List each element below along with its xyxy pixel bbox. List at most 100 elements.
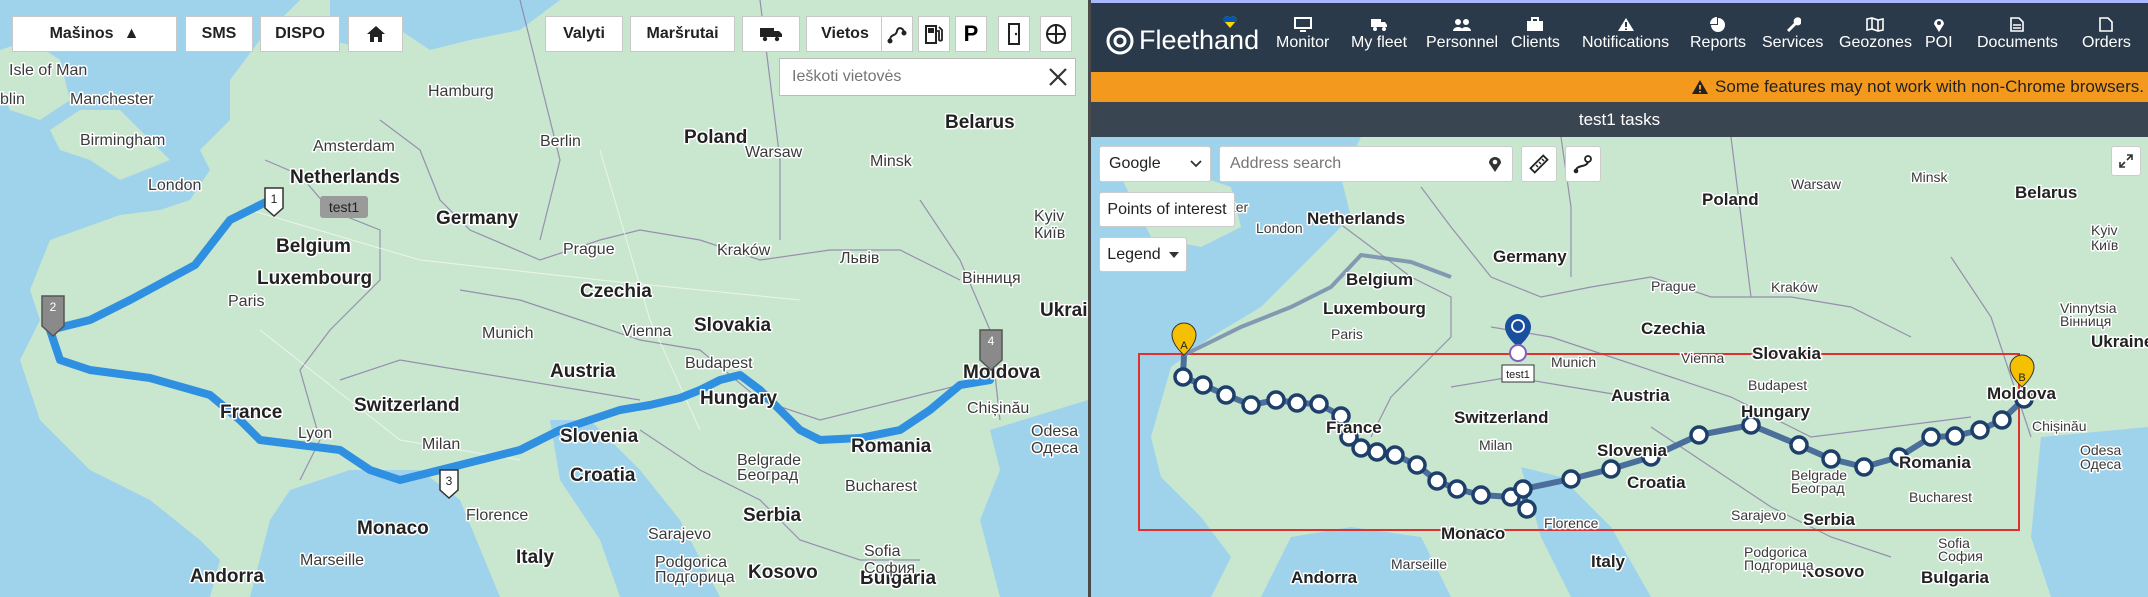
nav-services[interactable]: Services [1762, 17, 1823, 52]
route-waypoint[interactable] [1945, 426, 1965, 446]
svg-text:Austria: Austria [1611, 386, 1670, 405]
route-waypoint[interactable] [1471, 485, 1491, 505]
door-button[interactable] [998, 16, 1030, 52]
route-waypoint[interactable] [1789, 435, 1809, 455]
svg-text:Budapest: Budapest [685, 355, 753, 372]
ruler-icon [1529, 154, 1549, 174]
nav-poi[interactable]: POI [1925, 17, 1953, 52]
route-waypoint[interactable] [1241, 395, 1261, 415]
route-waypoint[interactable] [1447, 479, 1467, 499]
svg-text:Netherlands: Netherlands [1307, 209, 1405, 228]
truck-button[interactable] [742, 16, 800, 52]
route-waypoint[interactable] [1367, 442, 1387, 462]
svg-text:London: London [148, 177, 201, 194]
route-waypoint[interactable] [1173, 367, 1193, 387]
route-waypoint[interactable] [1517, 499, 1537, 519]
route-waypoint[interactable] [1385, 445, 1405, 465]
fullscreen-button[interactable] [2111, 146, 2141, 176]
valyti-button[interactable]: Valyti [545, 16, 623, 52]
nav-geozones[interactable]: Geozones [1839, 17, 1912, 52]
svg-text:3: 3 [446, 474, 453, 488]
file-icon [2099, 17, 2114, 32]
document-icon [2010, 17, 2025, 32]
marsrutai-button[interactable]: Maršrutai [630, 16, 735, 52]
fleethand-logo[interactable]: Fleethand [1105, 16, 1259, 56]
nav-monitor[interactable]: Monitor [1276, 17, 1329, 52]
parking-button[interactable]: P [955, 16, 987, 52]
nav-clients[interactable]: Clients [1511, 17, 1560, 52]
dispo-button[interactable]: DISPO [260, 16, 340, 52]
points-of-interest-button[interactable]: Points of interest [1099, 192, 1235, 227]
svg-text:Andorra: Andorra [1291, 568, 1358, 587]
nav-personnel[interactable]: Personnel [1426, 17, 1498, 52]
route-button[interactable] [1565, 146, 1601, 182]
route-waypoint[interactable] [1513, 479, 1533, 499]
svg-text:Belgium: Belgium [1346, 270, 1413, 289]
route-waypoint[interactable] [1287, 393, 1307, 413]
svg-text:Florence: Florence [1544, 515, 1599, 531]
route-icon [887, 27, 907, 44]
route-waypoint[interactable] [1266, 390, 1286, 410]
crosshair-button[interactable] [1040, 16, 1072, 52]
home-button[interactable] [348, 16, 403, 52]
route-waypoint[interactable] [1970, 420, 1990, 440]
clear-search-button[interactable] [1041, 60, 1075, 94]
address-search-box[interactable] [1219, 146, 1513, 182]
svg-text:Croatia: Croatia [570, 465, 636, 486]
svg-text:Ukraine: Ukraine [2091, 332, 2148, 351]
svg-text:Luxembourg: Luxembourg [257, 268, 372, 289]
route-waypoint[interactable] [1854, 457, 1874, 477]
sms-button[interactable]: SMS [185, 16, 253, 52]
home-icon [366, 26, 385, 42]
svg-text:Kyiv: Kyiv [2091, 222, 2117, 238]
svg-text:Вінниця: Вінниця [962, 270, 1021, 287]
fuel-button[interactable] [918, 16, 950, 52]
nav-clients-label: Clients [1511, 34, 1560, 51]
address-search-input[interactable] [1228, 154, 1488, 174]
route-waypoint[interactable] [1921, 427, 1941, 447]
right-map-canvas[interactable]: Netherlands Germany Poland Belarus Belgi… [1091, 137, 2148, 597]
route-waypoint[interactable] [1216, 385, 1236, 405]
vehicle-marker[interactable]: test1 [320, 196, 368, 218]
route-marker-4[interactable]: 4 [979, 329, 1003, 372]
route-waypoint[interactable] [1601, 459, 1621, 479]
route-waypoint[interactable] [1689, 425, 1709, 445]
nav-my-fleet[interactable]: My fleet [1351, 17, 1407, 52]
svg-text:Подгорица: Подгорица [655, 569, 735, 586]
place-search-input[interactable] [790, 67, 1041, 87]
route-waypoint[interactable] [1561, 469, 1581, 489]
place-search-box[interactable] [779, 58, 1076, 96]
nav-notifications[interactable]: Notifications [1582, 17, 1669, 52]
legend-dropdown-button[interactable]: Legend [1099, 237, 1187, 272]
vehicles-dropdown-button[interactable]: Mašinos ▲ [12, 16, 177, 52]
svg-text:Kosovo: Kosovo [748, 562, 818, 583]
route-waypoint[interactable] [1193, 375, 1213, 395]
svg-text:Italy: Italy [516, 547, 554, 568]
svg-text:Hungary: Hungary [1741, 402, 1811, 421]
vietos-button[interactable]: Vietos [806, 16, 884, 52]
svg-text:Manchester: Manchester [70, 91, 154, 108]
pin-icon[interactable] [1488, 155, 1502, 173]
svg-text:Belgium: Belgium [276, 236, 351, 257]
svg-text:Kyiv: Kyiv [1034, 208, 1064, 225]
route-waypoint[interactable] [1407, 455, 1427, 475]
map-type-select[interactable]: Google [1099, 146, 1211, 182]
nav-reports[interactable]: Reports [1690, 17, 1746, 52]
route-waypoint[interactable] [1427, 471, 1447, 491]
left-map-panel[interactable]: Netherlands Germany Poland Belarus Belgi… [0, 0, 1088, 597]
route-button[interactable] [881, 16, 913, 52]
pin-icon [1933, 19, 1944, 32]
route-marker-2[interactable]: 2 [41, 295, 65, 338]
map-type-value: Google [1109, 155, 1161, 172]
route-waypoint[interactable] [1309, 394, 1329, 414]
route-waypoint[interactable] [1351, 438, 1371, 458]
svg-text:Bulgaria: Bulgaria [1921, 568, 1990, 587]
right-map[interactable]: Netherlands Germany Poland Belarus Belgi… [1091, 137, 2148, 597]
nav-orders[interactable]: Orders [2082, 17, 2131, 52]
svg-text:Munich: Munich [482, 325, 534, 342]
nav-documents[interactable]: Documents [1977, 17, 2058, 52]
wrench-icon [1786, 17, 1801, 32]
route-waypoint[interactable] [1821, 449, 1841, 469]
route-waypoint[interactable] [1992, 410, 2012, 430]
ruler-button[interactable] [1521, 146, 1557, 182]
